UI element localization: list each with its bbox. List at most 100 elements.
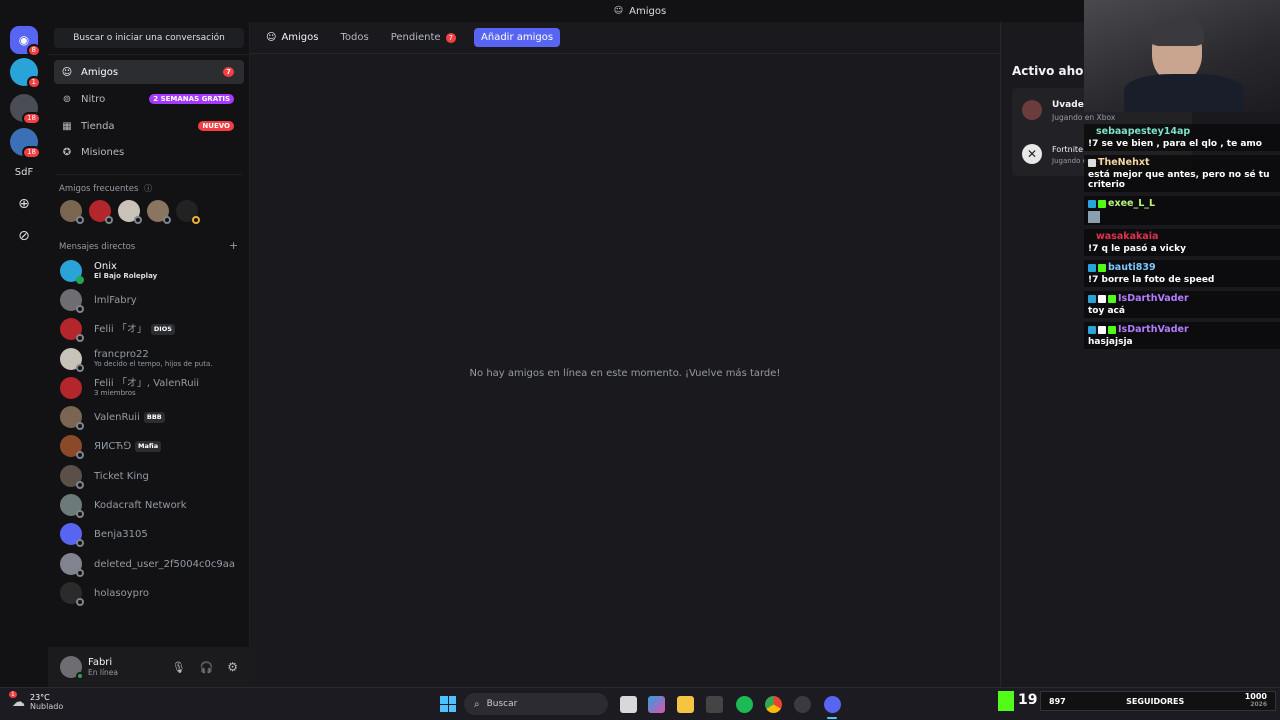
discord-home-button[interactable]: ◉ 8 (10, 26, 41, 57)
spotify-icon[interactable] (736, 696, 753, 713)
dm-item[interactable]: Onix El Bajo Roleplay (54, 257, 244, 285)
status-dot (76, 334, 84, 342)
nav-friends[interactable]: ☺ Amigos 7 (54, 60, 244, 84)
taskbar-search[interactable]: ⌕ Buscar (464, 693, 608, 715)
cloud-icon: ☁ 1 (9, 690, 25, 710)
avatar (60, 435, 84, 459)
count-badge: 7 (223, 67, 234, 77)
dm-name: francpro22 (94, 349, 149, 360)
heading-text: Amigos frecuentes (59, 184, 139, 194)
dm-item[interactable]: francpro22 Yo decido el tempo, hijos de … (54, 345, 244, 373)
badge-icon (1098, 263, 1106, 272)
avatar (60, 260, 84, 284)
active-now-panel: Activo ahora Uvadec Jugando en Xbox ✕ Fo… (1000, 22, 1280, 687)
status-dot (76, 276, 84, 284)
dm-item[interactable]: ЯИCЋ⅁ Mafia (54, 432, 244, 460)
dm-name: Felii 「オ」, ValenRuii (94, 378, 200, 389)
dm-item[interactable]: Benja3105 (54, 520, 244, 548)
microphone-icon[interactable]: 🎙 (172, 661, 186, 674)
frequent-friends (60, 200, 200, 224)
server-icon-1[interactable]: 1 (10, 58, 41, 89)
badge-icon (1088, 325, 1096, 334)
file-explorer-icon[interactable] (677, 696, 694, 713)
game-app-icon[interactable] (706, 696, 723, 713)
dm-item[interactable]: Kodacraft Network (54, 491, 244, 519)
weather-desc: Nublado (30, 702, 64, 711)
direct-messages-heading: Mensajes directos (59, 242, 239, 252)
dm-item[interactable]: Felii 「オ」 DIOS (54, 315, 244, 343)
status-dot (76, 510, 84, 518)
server-icon-3[interactable]: 18 (10, 128, 41, 159)
gear-icon[interactable]: ⚙ (227, 660, 238, 674)
friend-avatar[interactable] (118, 200, 142, 224)
tab-all[interactable]: Todos (340, 32, 368, 43)
tab-pending[interactable]: Pendiente 7 (391, 32, 457, 43)
dm-name: deleted_user_2f5004c0c9aa (94, 558, 235, 570)
status-dot (134, 216, 142, 224)
header-label: Amigos (281, 32, 319, 43)
friend-avatar[interactable] (147, 200, 171, 224)
nav-quests[interactable]: ✪ Misiones (54, 140, 244, 164)
user-avatar[interactable] (60, 656, 84, 680)
nav-shop[interactable]: ▦ Tienda NUEVO (54, 114, 244, 138)
chat-user: sebaapestey14ap (1096, 126, 1191, 137)
copilot-icon[interactable] (648, 696, 665, 713)
chat-text: !7 se ve bien , para el qlo , te amo (1088, 139, 1262, 149)
status-dot (76, 451, 84, 459)
status-dot (76, 672, 84, 680)
dm-item[interactable]: holasoypro (54, 579, 244, 607)
explore-button[interactable]: ⊘ (10, 222, 38, 250)
weather-alert-badge: 1 (9, 690, 17, 698)
dm-item[interactable]: Ticket King (54, 462, 244, 490)
status-dot (76, 481, 84, 489)
server-label: SdF (14, 166, 34, 178)
add-friends-button[interactable]: Añadir amigos (474, 28, 561, 47)
compass-icon: ⊘ (18, 228, 30, 244)
discord-taskbar-icon[interactable] (824, 696, 841, 713)
search-conversation-button[interactable]: Buscar o iniciar una conversación (54, 28, 244, 48)
friend-avatar[interactable] (176, 200, 200, 224)
task-view-icon[interactable] (620, 696, 637, 713)
server-sdf[interactable]: SdF (10, 158, 38, 186)
server-tag: Mafia (135, 440, 162, 452)
dm-item[interactable]: deleted_user_2f5004c0c9aa (54, 550, 244, 578)
new-badge: NUEVO (198, 121, 234, 131)
shop-icon: ▦ (62, 120, 72, 132)
dm-item[interactable]: lmlFabry (54, 286, 244, 314)
avatar (60, 318, 84, 342)
activity-sub: Jugando en Xbox (1052, 113, 1116, 122)
search-label: Buscar (486, 699, 518, 709)
weather-temp: 23°C (30, 693, 50, 702)
dm-item[interactable]: ValenRuii BBB (54, 403, 244, 431)
new-dm-plus-icon[interactable]: + (229, 239, 238, 252)
streamer-beanie (1150, 18, 1204, 46)
nav-label: Misiones (81, 146, 125, 158)
webcam-overlay (1084, 0, 1280, 112)
weather-widget[interactable]: ☁ 1 23°C Nublado (9, 690, 64, 711)
steam-icon[interactable] (794, 696, 811, 713)
chrome-icon[interactable] (765, 696, 782, 713)
chat-text: toy acá (1088, 306, 1125, 316)
chat-user: wasakakaia (1096, 231, 1159, 242)
kick-logo-icon (998, 691, 1014, 711)
badge-icon (1088, 263, 1096, 272)
followers-goal-bar: 897 SEGUIDORES 1000 2026 (1040, 691, 1276, 711)
status-dot (76, 598, 84, 606)
start-button[interactable] (440, 696, 456, 712)
status-dot (192, 216, 200, 224)
dm-item[interactable]: Felii 「オ」, ValenRuii 3 miembros (54, 374, 244, 402)
dm-name: Onix (94, 261, 117, 272)
avatar (60, 289, 84, 313)
dm-name: Benja3105 (94, 528, 148, 540)
nav-nitro[interactable]: ⊚ Nitro 2 SEMANAS GRATIS (54, 87, 244, 111)
add-server-button[interactable]: ⊕ (10, 190, 38, 218)
avatar (60, 494, 84, 518)
headphones-icon[interactable]: 🎧 (200, 661, 214, 674)
server-icon-2[interactable]: 18 (10, 94, 41, 125)
promo-badge: 2 SEMANAS GRATIS (149, 94, 234, 104)
chat-message: IsDarthVader toy acá (1084, 291, 1280, 318)
friend-avatar[interactable] (89, 200, 113, 224)
badge-icon (1098, 199, 1106, 208)
chat-message: IsDarthVader hasjajsja (1084, 322, 1280, 349)
friend-avatar[interactable] (60, 200, 84, 224)
